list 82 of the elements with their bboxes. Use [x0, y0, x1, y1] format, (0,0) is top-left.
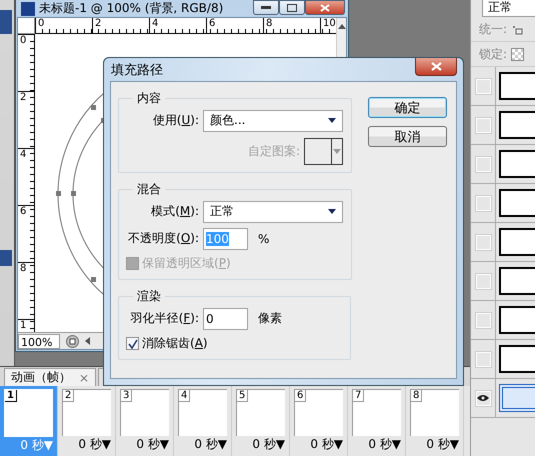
frame-number: 5 — [237, 390, 248, 402]
layer-thumbnail[interactable] — [499, 228, 535, 256]
frame-number: 8 — [411, 390, 422, 402]
unify-icon[interactable] — [511, 23, 524, 35]
group-title: 混合 — [136, 181, 162, 198]
field-label: 使用(U): — [152, 112, 199, 129]
visibility-toggle[interactable] — [476, 156, 490, 172]
unit-label: % — [258, 232, 270, 246]
visibility-toggle[interactable] — [476, 78, 490, 94]
frame-number: 7 — [353, 390, 364, 402]
layer-thumbnail[interactable] — [499, 267, 535, 295]
visibility-toggle[interactable] — [476, 196, 490, 210]
status-menu-icon[interactable] — [66, 334, 79, 348]
frame-number: 3 — [121, 390, 132, 402]
frame-delay[interactable]: 0 秒▼ — [410, 436, 461, 452]
frame-delay[interactable]: 0 秒▼ — [120, 436, 171, 452]
close-icon — [430, 62, 442, 71]
field-label: 羽化半径(F): — [130, 310, 199, 327]
checkbox[interactable] — [126, 337, 139, 350]
group-title: 内容 — [136, 90, 162, 107]
visibility-toggle[interactable] — [476, 390, 490, 406]
dropdown-arrow-icon — [328, 209, 336, 214]
dialog-button[interactable]: 确定 — [368, 97, 447, 118]
lock-transparency-icon[interactable] — [511, 48, 524, 60]
dialog-button[interactable]: 取消 — [368, 126, 447, 147]
vertical-ruler: 0 2 4 6 8 1 — [18, 34, 35, 332]
blend-mode-dropdown[interactable]: 正常 — [482, 0, 535, 17]
field-label: 自定图案: — [248, 142, 300, 160]
close-icon[interactable]: × — [79, 370, 90, 384]
layer-thumbnail[interactable] — [499, 345, 535, 373]
close-button[interactable] — [305, 0, 345, 15]
frame-number: 6 — [295, 390, 306, 402]
dialog-title: 填充路径 — [110, 62, 164, 78]
layer-thumbnail[interactable] — [499, 306, 535, 334]
unify-label: 统一: — [479, 20, 508, 38]
group-title: 渲染 — [136, 288, 162, 305]
frame-delay[interactable]: 0 秒▼ — [62, 436, 113, 452]
frame-delay[interactable]: 0 秒▼ — [178, 436, 229, 452]
scroll-left-icon[interactable] — [85, 337, 90, 345]
maximize-button[interactable] — [279, 0, 305, 15]
close-icon — [320, 4, 330, 12]
panel-tab[interactable]: 动画（帧） × — [4, 368, 96, 386]
field-label: 不透明度(O): — [127, 230, 199, 247]
maximize-icon — [287, 4, 297, 12]
eye-icon — [477, 394, 489, 402]
scroll-up-icon[interactable] — [338, 24, 346, 29]
pattern-picker[interactable] — [304, 138, 343, 164]
field-label: 模式(M): — [150, 203, 199, 220]
app-icon — [21, 2, 35, 16]
frame-number: 2 — [63, 390, 74, 402]
input-field[interactable]: 0 — [203, 308, 248, 330]
visibility-toggle[interactable] — [476, 118, 490, 132]
frame-number: 4 — [179, 390, 190, 402]
dropdown-arrow-icon — [333, 148, 341, 154]
dropdown[interactable]: 正常 — [203, 200, 343, 222]
window-title: 未标题-1 @ 100% (背景, RGB/8) — [39, 0, 224, 17]
close-button[interactable] — [415, 58, 457, 76]
visibility-toggle[interactable] — [476, 274, 490, 288]
dropdown-arrow-icon — [328, 118, 336, 123]
tab-label: 动画（帧） — [11, 369, 71, 386]
visibility-toggle[interactable] — [476, 312, 490, 328]
layer-thumbnail[interactable] — [499, 150, 535, 178]
checkbox-label: 消除锯齿(A) — [142, 335, 208, 352]
unit-label: 像素 — [258, 310, 282, 327]
lock-label: 锁定: — [479, 46, 508, 62]
frame-delay[interactable]: 0 秒▼ — [236, 436, 287, 452]
frame-number: 1 — [5, 390, 17, 402]
horizontal-ruler: 0 2 4 6 8 10 — [35, 18, 336, 34]
layer-thumbnail[interactable] — [499, 189, 535, 217]
frame-delay[interactable]: 0 秒▼ — [352, 436, 403, 452]
zoom-field[interactable]: 100% — [18, 334, 60, 348]
layer-thumbnail[interactable] — [499, 111, 535, 139]
dropdown[interactable]: 颜色... — [203, 110, 343, 132]
frame-delay[interactable]: 0 秒▼ — [294, 436, 345, 452]
layer-thumbnail[interactable] — [499, 72, 535, 100]
minimize-icon — [261, 6, 271, 9]
minimize-button[interactable] — [253, 0, 279, 15]
layer-thumbnail[interactable] — [499, 384, 535, 412]
animation-frame[interactable]: 1 0 秒▼ — [0, 386, 58, 456]
checkbox-label: 保留透明区域(P) — [142, 255, 231, 272]
visibility-toggle[interactable] — [476, 234, 490, 250]
visibility-toggle[interactable] — [476, 352, 490, 366]
